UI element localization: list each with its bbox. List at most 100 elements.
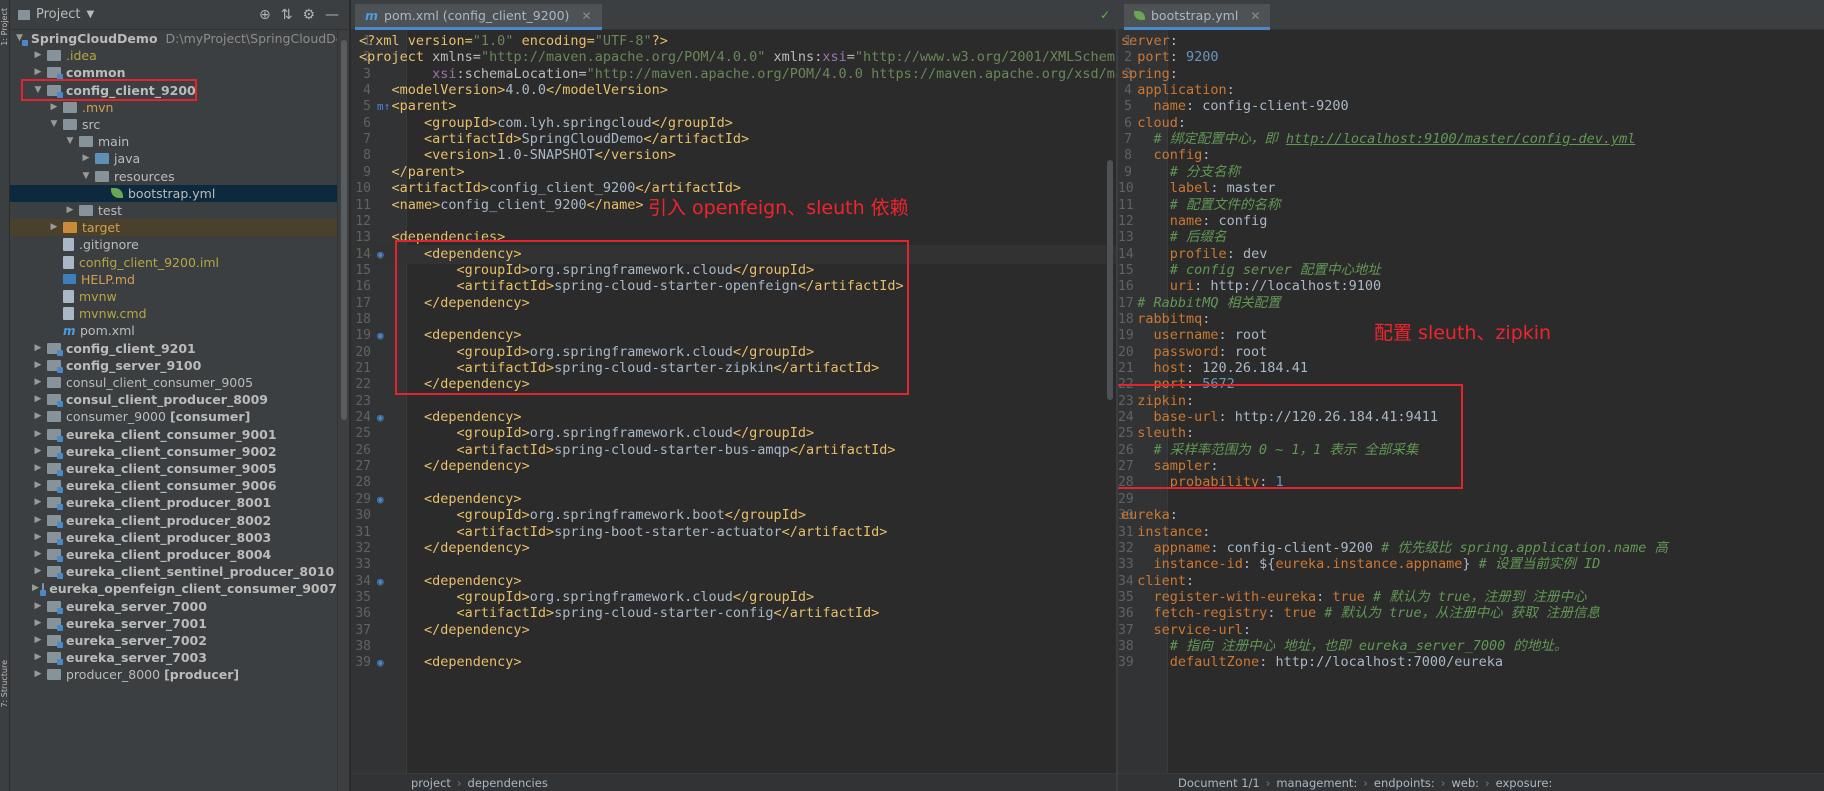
tree-item[interactable]: ▶ eureka_client_consumer_9005 bbox=[10, 460, 337, 477]
tree-item[interactable]: mvnw.cmd bbox=[10, 305, 337, 322]
expand-right-icon[interactable]: ▶ bbox=[80, 150, 92, 167]
dependency-gutter-icon[interactable]: ◉ bbox=[377, 653, 384, 672]
tree-item[interactable]: ▶ eureka_client_consumer_9006 bbox=[10, 477, 337, 494]
expand-right-icon[interactable]: ▶ bbox=[32, 340, 44, 357]
tree-item[interactable]: ▶ target bbox=[10, 219, 337, 237]
tree-item[interactable]: ▶ config_server_9100 bbox=[10, 357, 337, 374]
pom-scrollbar[interactable] bbox=[1104, 30, 1116, 773]
tree-item-label: producer_8000 bbox=[66, 667, 161, 683]
tree-item[interactable]: ▶ consul_client_producer_8009 bbox=[10, 391, 337, 408]
locate-icon[interactable]: ⊕ bbox=[259, 7, 271, 23]
collapse-all-icon[interactable]: ⇅ bbox=[281, 7, 293, 23]
tree-item[interactable]: ▼ main bbox=[10, 133, 337, 150]
code-line[interactable]: 39 defaultZone: http://localhost:7000/eu… bbox=[1118, 653, 1824, 672]
tree-item[interactable]: ▼ resources bbox=[10, 168, 337, 185]
tree-item[interactable]: ▶ producer_8000 [producer] bbox=[10, 666, 337, 683]
close-icon[interactable]: ✕ bbox=[581, 9, 591, 23]
expand-right-icon[interactable]: ▶ bbox=[32, 357, 44, 374]
tree-item[interactable]: ▶ java bbox=[10, 150, 337, 167]
breadcrumb-item[interactable]: dependencies bbox=[468, 776, 548, 790]
expand-down-icon[interactable]: ▼ bbox=[80, 168, 92, 185]
expand-right-icon[interactable]: ▶ bbox=[32, 494, 44, 511]
expand-right-icon[interactable]: ▶ bbox=[32, 443, 44, 460]
tree-item[interactable]: ▶ eureka_client_producer_8004 bbox=[10, 546, 337, 563]
expand-right-icon[interactable]: ▶ bbox=[32, 64, 44, 81]
tree-item[interactable]: HELP.md bbox=[10, 271, 337, 288]
pom-code-area[interactable]: 1 <?xml version="1.0" encoding="UTF-8"?> 2… bbox=[351, 30, 1116, 773]
expand-down-icon[interactable]: ▼ bbox=[32, 82, 44, 99]
tree-item[interactable]: ▶ eureka_client_producer_8001 bbox=[10, 494, 337, 511]
tree-item[interactable]: bootstrap.yml bbox=[10, 184, 337, 202]
expand-right-icon[interactable]: ▶ bbox=[32, 615, 44, 632]
tab-pom-xml[interactable]: m pom.xml (config_client_9200) ✕ bbox=[355, 4, 602, 30]
breadcrumb-item[interactable]: endpoints: bbox=[1374, 776, 1435, 790]
tree-item[interactable]: ▼ config_client_9200 bbox=[10, 82, 337, 99]
expand-right-icon[interactable]: ▶ bbox=[32, 391, 44, 408]
tree-item[interactable]: ▶ eureka_server_7002 bbox=[10, 632, 337, 649]
expand-right-icon[interactable]: ▶ bbox=[32, 666, 44, 683]
expand-right-icon[interactable]: ▶ bbox=[32, 598, 44, 615]
expand-right-icon[interactable]: ▶ bbox=[32, 649, 44, 666]
yml-editor[interactable]: bootstrap.yml ✕ 1 server: 2 port: 9200 3 spr… bbox=[1118, 0, 1824, 791]
tree-item[interactable]: ▶ eureka_server_7000 bbox=[10, 598, 337, 615]
tree-item[interactable]: ▶ eureka_server_7003 bbox=[10, 649, 337, 666]
gear-icon[interactable]: ⚙ bbox=[302, 7, 315, 23]
tree-item[interactable]: ▶ eureka_client_producer_8003 bbox=[10, 529, 337, 546]
breadcrumb-item[interactable]: web: bbox=[1451, 776, 1479, 790]
tree-item[interactable]: ▶ consul_client_consumer_9005 bbox=[10, 374, 337, 391]
expand-right-icon[interactable]: ▶ bbox=[32, 374, 44, 391]
breadcrumb-item[interactable]: management: bbox=[1276, 776, 1357, 790]
expand-right-icon[interactable]: ▶ bbox=[48, 99, 60, 116]
expand-right-icon[interactable]: ▶ bbox=[32, 529, 44, 546]
expand-right-icon[interactable]: ▶ bbox=[32, 408, 44, 425]
tree-item-label: eureka_server_7002 bbox=[66, 633, 207, 648]
tree-item[interactable]: ▶ common bbox=[10, 64, 337, 81]
expand-down-icon[interactable]: ▼ bbox=[64, 133, 76, 150]
tree-item[interactable]: ▶ test bbox=[10, 202, 337, 219]
expand-right-icon[interactable]: ▶ bbox=[32, 426, 44, 443]
tree-item[interactable]: ▶ eureka_openfeign_client_consumer_9007 bbox=[10, 580, 337, 597]
expand-down-icon[interactable]: ▼ bbox=[48, 116, 60, 133]
project-scrollbar[interactable] bbox=[337, 30, 349, 791]
pom-editor[interactable]: m pom.xml (config_client_9200) ✕ ✓ 1 <?xm… bbox=[351, 0, 1116, 791]
structure-tool-tab[interactable]: 7: Structure bbox=[0, 660, 10, 708]
tree-item[interactable]: .gitignore bbox=[10, 236, 337, 253]
tree-item[interactable]: mvnw bbox=[10, 288, 337, 305]
tree-item[interactable]: ▶ eureka_client_consumer_9002 bbox=[10, 443, 337, 460]
tree-item[interactable]: ▶ config_client_9201 bbox=[10, 340, 337, 357]
tab-label: bootstrap.yml bbox=[1151, 8, 1239, 23]
expand-right-icon[interactable]: ▶ bbox=[64, 202, 76, 219]
hide-panel-icon[interactable]: — bbox=[325, 7, 339, 23]
tree-item[interactable]: ▶ eureka_server_7001 bbox=[10, 615, 337, 632]
tree-item[interactable]: ▶ .mvn bbox=[10, 99, 337, 116]
chevron-down-icon[interactable]: ▼ bbox=[86, 9, 94, 20]
tree-item[interactable]: ▶ .idea bbox=[10, 47, 337, 64]
tab-bootstrap-yml[interactable]: bootstrap.yml ✕ bbox=[1124, 4, 1271, 30]
expand-right-icon[interactable]: ▶ bbox=[32, 512, 44, 529]
expand-right-icon[interactable]: ▶ bbox=[32, 563, 44, 580]
expand-right-icon[interactable]: ▶ bbox=[48, 219, 60, 236]
expand-right-icon[interactable]: ▶ bbox=[32, 580, 39, 597]
expand-right-icon[interactable]: ▶ bbox=[32, 632, 44, 649]
breadcrumb-item[interactable]: project bbox=[411, 776, 451, 790]
tree-item[interactable]: config_client_9200.iml bbox=[10, 254, 337, 271]
breadcrumb-item[interactable]: exposure: bbox=[1496, 776, 1553, 790]
expand-right-icon[interactable]: ▶ bbox=[32, 477, 44, 494]
tree-item[interactable]: ▶ eureka_client_consumer_9001 bbox=[10, 426, 337, 443]
expand-right-icon[interactable]: ▶ bbox=[32, 546, 44, 563]
close-icon[interactable]: ✕ bbox=[1250, 9, 1260, 23]
yml-code-area[interactable]: 1 server: 2 port: 9200 3 spring: 4 applicatio… bbox=[1118, 30, 1824, 773]
module-folder-icon bbox=[47, 463, 63, 477]
expand-right-icon[interactable]: ▶ bbox=[32, 47, 44, 64]
project-view-selector[interactable]: Project bbox=[36, 7, 80, 22]
tree-item[interactable]: m pom.xml bbox=[10, 322, 337, 339]
tree-item[interactable]: ▼ SpringCloudDemo D:\myProject\SpringCloud… bbox=[10, 30, 349, 47]
project-tool-tab[interactable]: 1: Project bbox=[0, 8, 10, 46]
breadcrumb-item[interactable]: Document 1/1 bbox=[1178, 776, 1260, 790]
tree-item[interactable]: ▶ consumer_9000 [consumer] bbox=[10, 408, 337, 425]
tree-item[interactable]: ▶ eureka_client_sentinel_producer_8010 bbox=[10, 563, 337, 580]
expand-right-icon[interactable]: ▶ bbox=[32, 460, 44, 477]
code-line[interactable]: 39 <dependency> ◉ bbox=[351, 653, 1116, 672]
tree-item[interactable]: ▶ eureka_client_producer_8002 bbox=[10, 512, 337, 529]
tree-item[interactable]: ▼ src bbox=[10, 116, 337, 133]
